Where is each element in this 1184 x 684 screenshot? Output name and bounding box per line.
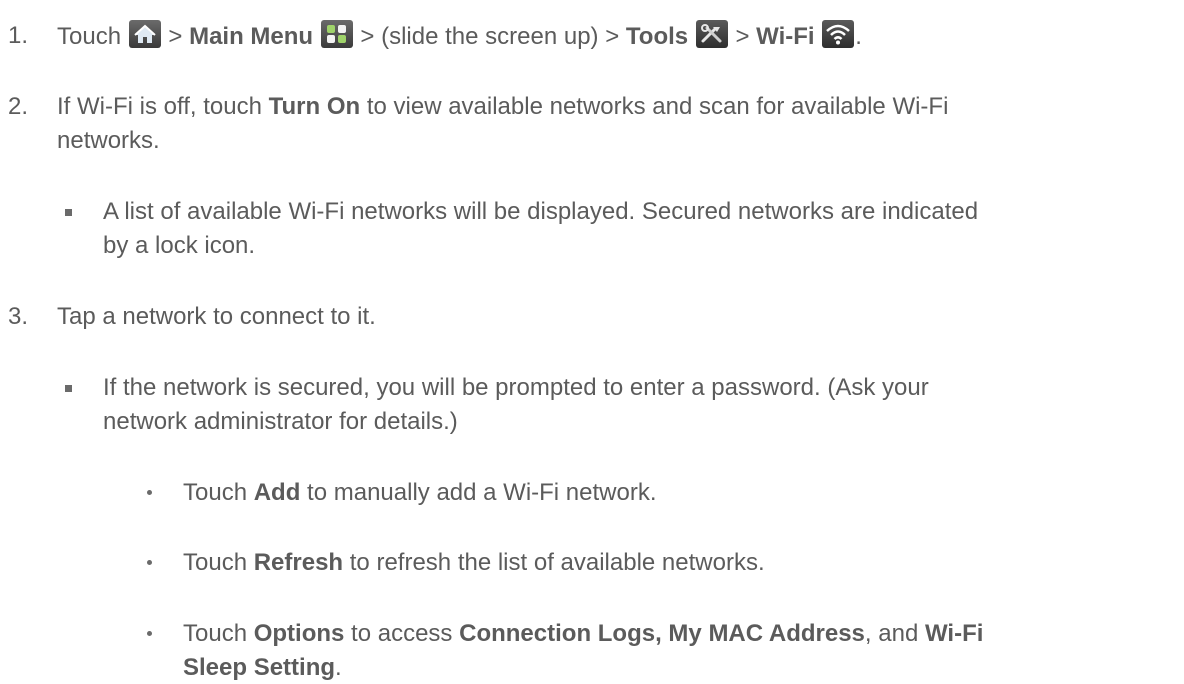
separator: > — [735, 23, 750, 50]
separator: > — [168, 23, 183, 50]
bullet-text: by a lock icon. — [103, 232, 256, 259]
connection-logs-label: Connection Logs, My MAC Address — [459, 620, 865, 647]
dot-bullet-icon — [147, 560, 152, 565]
bullet-text: If the network is secured, you will be p… — [103, 374, 929, 401]
tools-label: Tools — [625, 23, 689, 50]
tools-icon — [695, 20, 728, 48]
wifi-sleep-label: Wi-Fi — [924, 620, 984, 647]
dot-bullet-icon — [147, 490, 152, 495]
step-text: Touch — [57, 23, 122, 50]
step-number: 2. — [8, 93, 29, 120]
refresh-label: Refresh — [253, 549, 344, 576]
sub-text: , and — [864, 620, 919, 647]
step-number: 3. — [8, 303, 29, 330]
main-menu-icon — [320, 20, 353, 48]
period: . — [335, 654, 342, 681]
sub-text: to manually add a Wi-Fi network. — [307, 479, 657, 506]
wifi-icon — [822, 20, 855, 48]
square-bullet-icon — [65, 209, 72, 216]
separator: > (slide the screen up) > — [360, 23, 620, 50]
home-icon — [128, 20, 161, 48]
add-label: Add — [253, 479, 301, 506]
step-text: If Wi-Fi is off, touch — [57, 93, 262, 120]
sub-text: to refresh the list of available network… — [349, 549, 765, 576]
turn-on-label: Turn On — [268, 93, 361, 120]
sub-text: Touch — [183, 620, 248, 647]
dot-bullet-icon — [147, 631, 152, 636]
bullet-text: network administrator for details.) — [103, 408, 458, 435]
square-bullet-icon — [65, 385, 72, 392]
main-menu-label: Main Menu — [189, 23, 314, 50]
step-text: networks. — [57, 127, 160, 154]
wifi-label: Wi-Fi — [756, 23, 815, 50]
step-number: 1. — [8, 22, 29, 49]
step-text: Tap a network to connect to it. — [57, 303, 376, 330]
step-text: to view available networks and scan for … — [366, 93, 949, 120]
bullet-text: A list of available Wi-Fi networks will … — [103, 198, 979, 225]
options-label: Options — [253, 620, 345, 647]
sub-text: Touch — [183, 479, 248, 506]
sub-text: Touch — [183, 549, 248, 576]
period: . — [855, 23, 862, 50]
sub-text: to access — [351, 620, 453, 647]
sleep-setting-label: Sleep Setting — [183, 654, 336, 681]
